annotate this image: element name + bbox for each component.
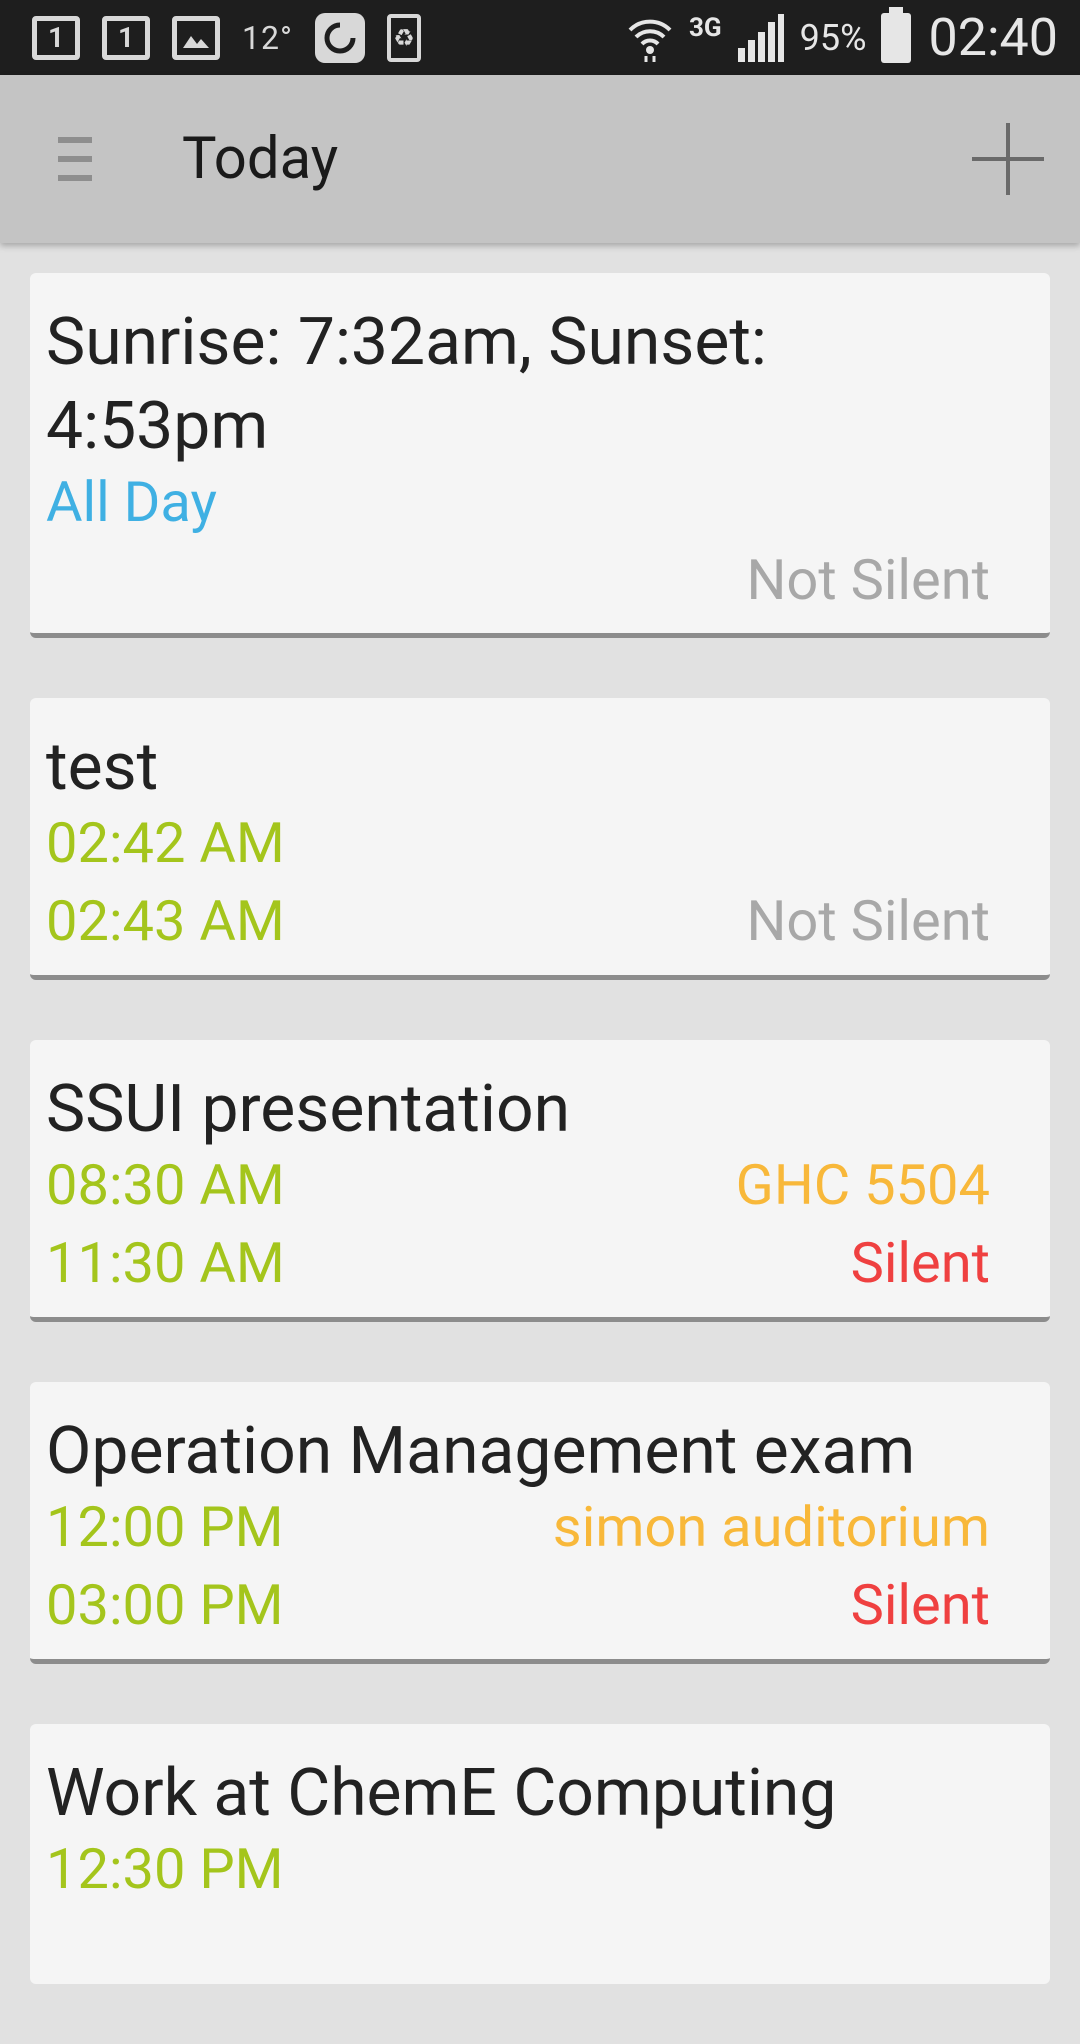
sync-icon	[314, 12, 365, 63]
wifi-icon	[628, 19, 672, 62]
signal-icon	[737, 13, 784, 62]
event-row: 08:30 AM GHC 5504	[46, 1152, 990, 1230]
event-silent-status: Silent	[850, 1572, 990, 1638]
event-row: 12:00 PM simon auditorium	[46, 1494, 990, 1572]
menu-icon[interactable]	[58, 137, 92, 181]
event-row: Not Silent	[46, 547, 990, 625]
event-list: Sunrise: 7:32am, Sunset: 4:53pm All Day …	[30, 273, 1050, 2044]
event-end-time: 11:30 AM	[46, 1230, 285, 1296]
event-location: GHC 5504	[735, 1152, 990, 1218]
event-start-time: 12:30 PM	[46, 1836, 284, 1902]
event-silent-status: Not Silent	[746, 547, 990, 613]
calendar-icon-number-2: 1	[117, 21, 135, 54]
event-row: 02:42 AM	[46, 810, 990, 888]
event-card[interactable]: test 02:42 AM 02:43 AM Not Silent	[30, 698, 1050, 980]
event-start-time: 08:30 AM	[46, 1152, 285, 1218]
event-all-day: All Day	[46, 469, 217, 535]
event-card[interactable]: Sunrise: 7:32am, Sunset: 4:53pm All Day …	[30, 273, 1050, 638]
status-right: 3G 95% 02:40	[611, 6, 1059, 68]
event-title: Operation Management exam	[46, 1413, 916, 1490]
event-start-time: 02:42 AM	[46, 810, 285, 876]
clock: 02:40	[928, 7, 1059, 68]
status-bar: 1 1 12° ♻ 3G 95% 02:40	[0, 0, 1080, 75]
calendar-icon-number: 1	[47, 21, 65, 54]
event-row: 12:30 PM	[46, 1836, 990, 1914]
battery-icon	[880, 6, 911, 63]
app-bar: Today	[0, 75, 1080, 243]
event-card[interactable]: Operation Management exam 12:00 PM simon…	[30, 1382, 1050, 1664]
event-row: All Day	[46, 469, 990, 547]
event-location: simon auditorium	[552, 1494, 990, 1560]
event-title: SSUI presentation	[46, 1071, 571, 1148]
notification-calendar-icon: 1	[32, 15, 80, 60]
event-title: test	[46, 729, 159, 806]
event-row: 03:00 PM Silent	[46, 1572, 990, 1650]
event-row: 11:30 AM Silent	[46, 1230, 990, 1308]
event-title: Work at ChemE Computing	[46, 1755, 837, 1832]
event-card[interactable]: Work at ChemE Computing 12:30 PM	[30, 1724, 1050, 1984]
event-row: 02:43 AM Not Silent	[46, 888, 990, 966]
network-type: 3G	[689, 12, 722, 43]
event-card[interactable]: SSUI presentation 08:30 AM GHC 5504 11:3…	[30, 1040, 1050, 1322]
status-left: 1 1 12° ♻	[32, 12, 443, 63]
event-end-time: 03:00 PM	[46, 1572, 284, 1638]
weather-temperature: 12°	[242, 18, 293, 57]
add-event-icon[interactable]	[972, 123, 1044, 195]
battery-percent: 95%	[799, 16, 867, 59]
event-start-time: 12:00 PM	[46, 1494, 284, 1560]
event-end-time: 02:43 AM	[46, 888, 285, 954]
notification-calendar-icon-2: 1	[102, 15, 150, 60]
event-silent-status: Not Silent	[746, 888, 990, 954]
page-title: Today	[182, 125, 339, 193]
event-title: Sunrise: 7:32am, Sunset: 4:53pm	[46, 304, 767, 465]
gallery-icon	[172, 15, 220, 60]
event-silent-status: Silent	[850, 1230, 990, 1296]
battery-saver-icon: ♻	[386, 13, 421, 62]
